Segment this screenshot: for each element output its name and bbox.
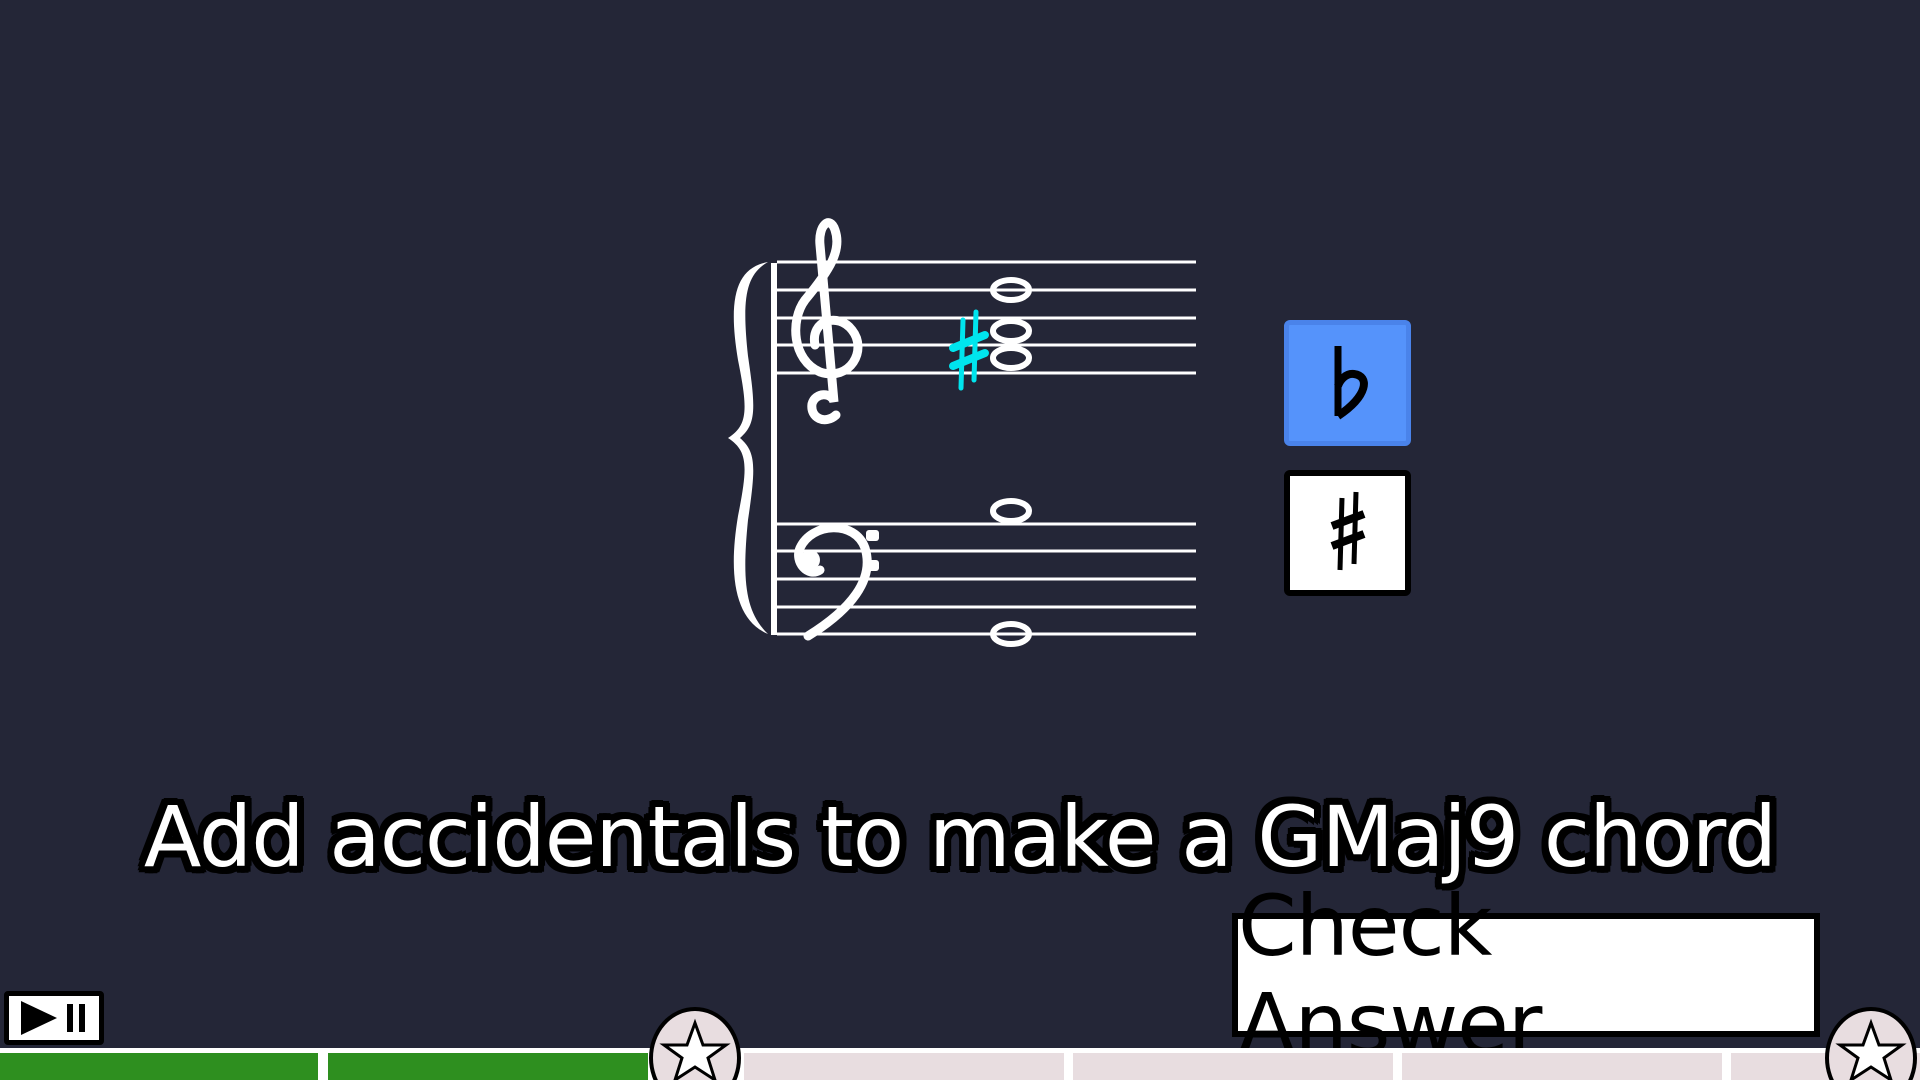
brace-icon <box>728 262 768 634</box>
milestone-star-icon <box>649 1007 741 1080</box>
note-head <box>990 345 1032 371</box>
treble-notes <box>990 277 1032 371</box>
note-head <box>990 498 1032 524</box>
milestones <box>649 1007 1917 1080</box>
system-barline <box>771 263 777 635</box>
game-stage: Add accidentals to make a GMaj9 chord Ch… <box>0 0 1920 1080</box>
instruction-text: Add accidentals to make a GMaj9 chord <box>143 788 1777 886</box>
flat-button[interactable] <box>1284 320 1411 446</box>
sharp-icon <box>1330 491 1365 571</box>
note-head <box>990 318 1032 344</box>
sharp-button[interactable] <box>1284 470 1411 596</box>
milestone-star-icon <box>1825 1007 1917 1080</box>
treble-clef-icon <box>791 218 863 425</box>
bass-clef-icon <box>794 523 879 641</box>
placed-sharp-icon[interactable] <box>949 309 989 391</box>
bass-notes <box>990 498 1032 647</box>
flat-icon <box>1333 346 1368 420</box>
